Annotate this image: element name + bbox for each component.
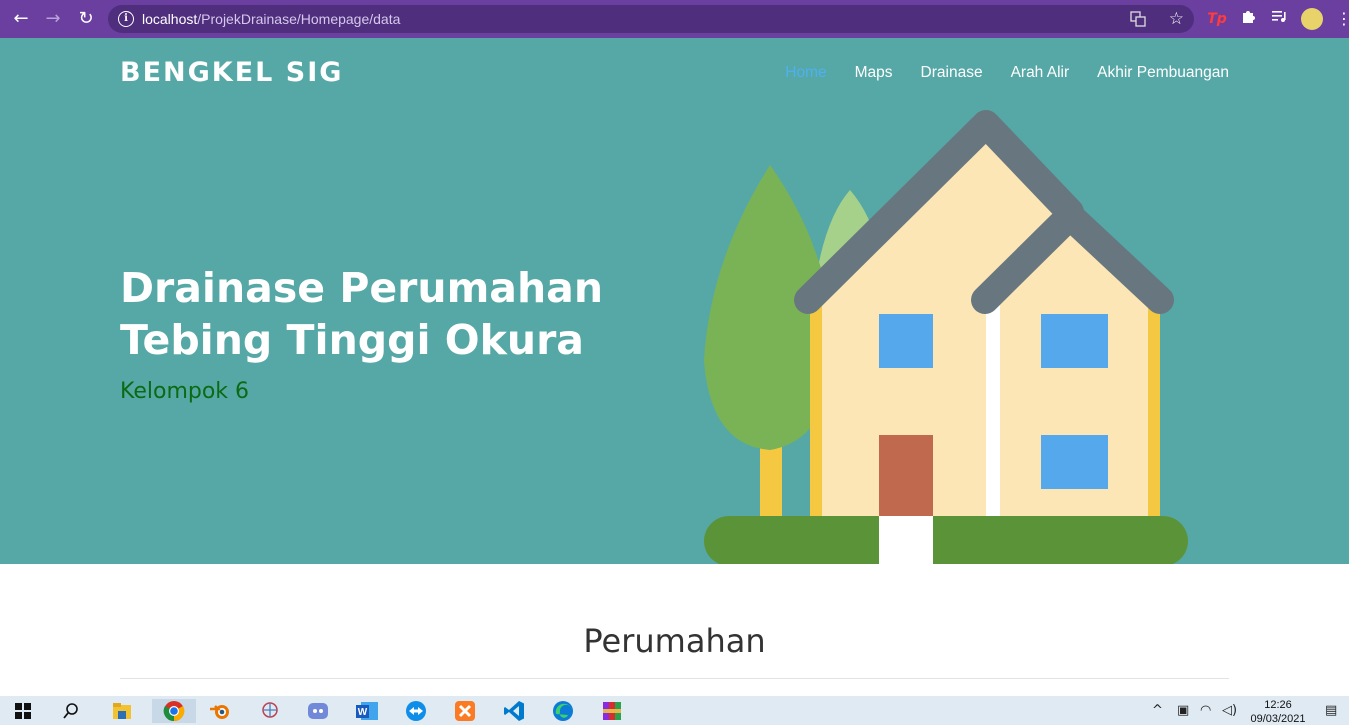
blender-icon[interactable] xyxy=(202,699,238,723)
file-explorer-icon[interactable] xyxy=(104,699,140,723)
svg-text:W: W xyxy=(358,707,368,718)
forward-arrow-icon[interactable]: → xyxy=(42,8,64,30)
star-icon[interactable]: ☆ xyxy=(1169,8,1184,30)
section-title: Perumahan xyxy=(583,622,766,660)
edge-icon[interactable] xyxy=(545,699,581,723)
volume-icon[interactable]: ◁) xyxy=(1222,696,1237,725)
kebab-menu-icon[interactable]: ⋮ xyxy=(1336,8,1349,30)
teamviewer-icon[interactable] xyxy=(398,699,434,723)
clock-date: 09/03/2021 xyxy=(1250,713,1306,725)
url-host: localhost xyxy=(142,11,198,27)
profile-avatar-icon[interactable] xyxy=(1301,8,1323,30)
inkscape-icon[interactable] xyxy=(252,699,288,723)
hero-title: Drainase Perumahan Tebing Tinggi Okura xyxy=(120,262,680,366)
xampp-icon[interactable] xyxy=(447,699,483,723)
media-queue-icon[interactable] xyxy=(1268,8,1290,30)
wifi-icon[interactable]: ◠ xyxy=(1200,696,1211,725)
address-bar[interactable]: i localhost/ProjekDrainase/Homepage/data… xyxy=(108,5,1194,33)
main-nav: Home Maps Drainase Arah Alir Akhir Pembu… xyxy=(785,64,1229,82)
browser-toolbar: ← → ↻ i localhost/ProjekDrainase/Homepag… xyxy=(0,0,1349,38)
discord-icon[interactable] xyxy=(300,699,336,723)
extension-tp-icon[interactable]: Tp xyxy=(1206,8,1228,30)
chrome-icon[interactable] xyxy=(152,699,196,723)
url-path: /ProjekDrainase/Homepage/data xyxy=(197,11,401,27)
vscode-icon[interactable] xyxy=(496,699,532,723)
windows-taskbar: W ^ ▣ ◠ ◁) 12:26 09/03/2021 ▤ xyxy=(0,696,1349,725)
tray-chevron-icon[interactable]: ^ xyxy=(1152,696,1163,725)
lawn-icon xyxy=(704,516,1188,564)
puzzle-icon[interactable] xyxy=(1237,8,1259,30)
word-icon[interactable]: W xyxy=(349,699,385,723)
info-icon[interactable]: i xyxy=(118,11,134,27)
hero-title-line1: Drainase Perumahan xyxy=(120,264,604,312)
hero-title-line2: Tebing Tinggi Okura xyxy=(120,316,584,364)
notifications-icon[interactable]: ▤ xyxy=(1325,696,1337,725)
nav-item-drainase[interactable]: Drainase xyxy=(921,64,983,82)
hero-subtitle: Kelompok 6 xyxy=(120,379,250,404)
reload-icon[interactable]: ↻ xyxy=(75,8,97,30)
nav-item-maps[interactable]: Maps xyxy=(855,64,893,82)
windows-start-icon[interactable] xyxy=(5,699,41,723)
nav-item-akhir-pembuangan[interactable]: Akhir Pembuangan xyxy=(1097,64,1229,82)
back-arrow-icon[interactable]: ← xyxy=(10,8,32,30)
nav-item-arah-alir[interactable]: Arah Alir xyxy=(1011,64,1070,82)
system-clock[interactable]: 12:26 09/03/2021 xyxy=(1246,698,1310,726)
house-illustration xyxy=(704,110,1188,564)
clock-time: 12:26 xyxy=(1264,699,1292,711)
meet-now-icon[interactable]: ▣ xyxy=(1177,696,1189,725)
nav-item-home[interactable]: Home xyxy=(785,64,826,82)
site-brand[interactable]: BENGKEL SIG xyxy=(120,57,343,88)
house-icon xyxy=(794,110,1174,520)
url-text[interactable]: localhost/ProjekDrainase/Homepage/data xyxy=(142,5,400,33)
section-divider xyxy=(120,678,1229,679)
search-icon[interactable] xyxy=(53,699,89,723)
translate-icon[interactable] xyxy=(1130,11,1146,27)
winrar-icon[interactable] xyxy=(594,699,630,723)
